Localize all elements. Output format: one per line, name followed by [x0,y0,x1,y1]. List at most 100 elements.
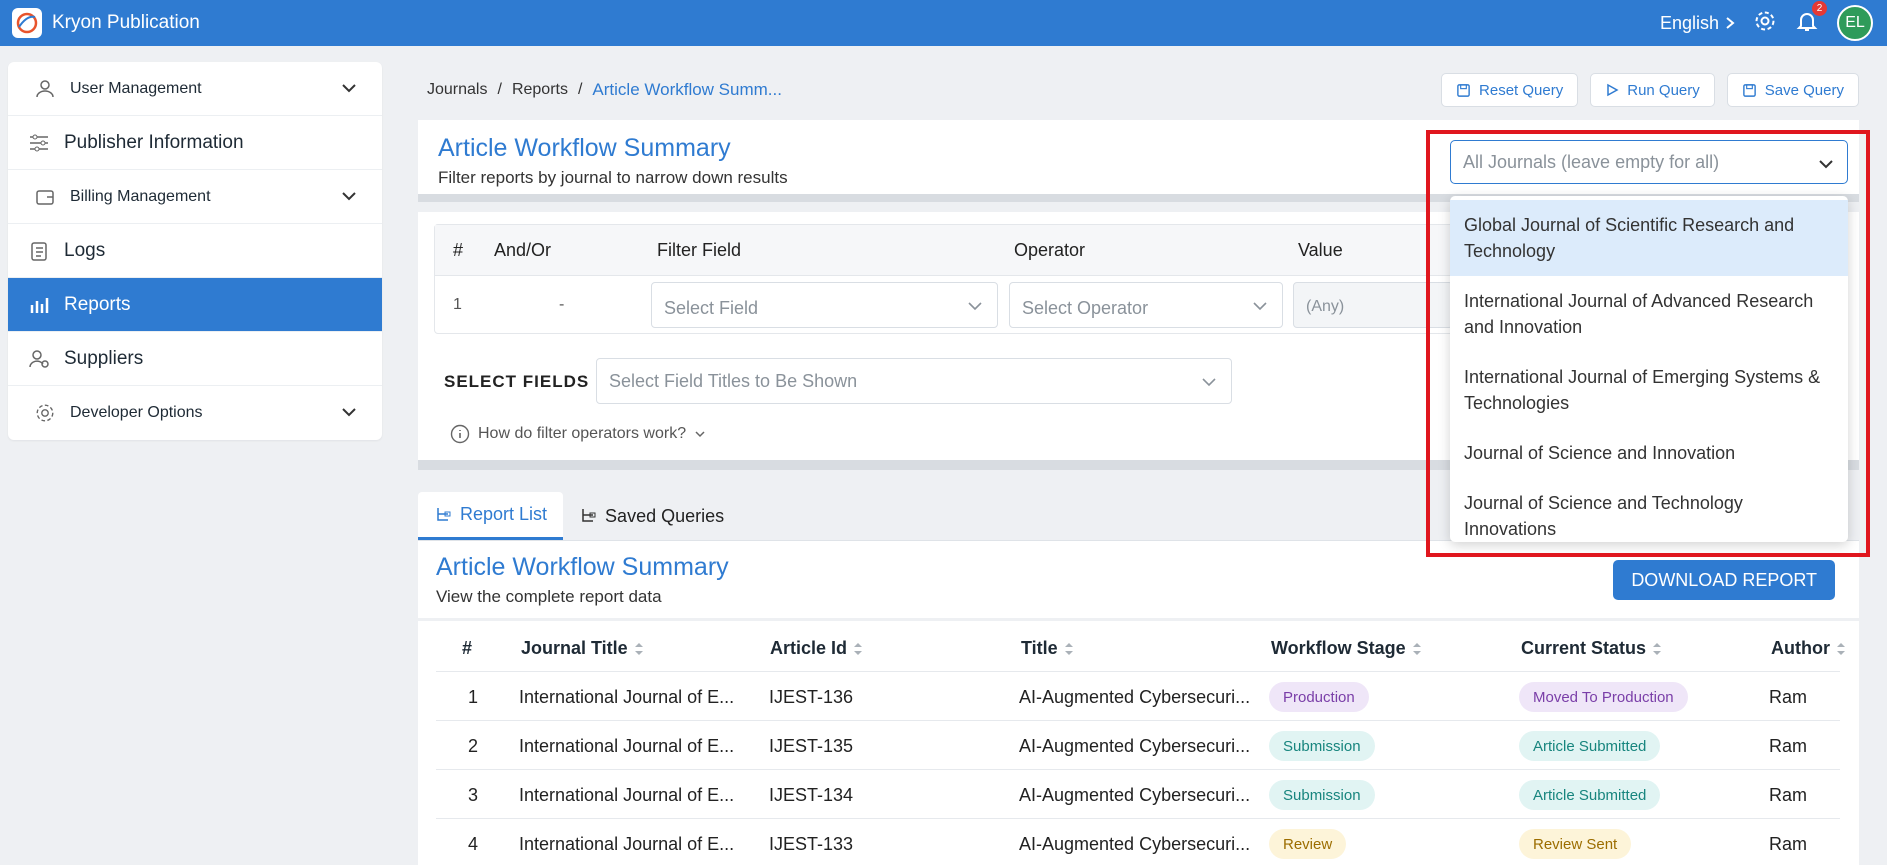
col-journal-title[interactable]: Journal Title [521,638,644,659]
col-current-status[interactable]: Current Status [1521,638,1662,659]
breadcrumb-separator: / [497,81,502,98]
cell-title: AI-Augmented Cybersecuri... [1019,785,1251,805]
filter-field-select[interactable]: Select Field [651,282,998,328]
table-row[interactable]: 2 International Journal of E... IJEST-13… [436,721,1840,770]
app-logo [12,8,42,38]
col-workflow-stage[interactable]: Workflow Stage [1271,638,1422,659]
table-row[interactable]: 1 International Journal of E... IJEST-13… [436,672,1840,721]
report-title: Article Workflow Summary [436,553,729,581]
operator-select[interactable]: Select Operator [1009,282,1283,328]
notifications-button[interactable]: 2 [1795,0,1827,38]
table-row[interactable]: 3 International Journal of E... IJEST-13… [436,770,1840,819]
breadcrumb-journals[interactable]: Journals [427,81,487,99]
play-icon [1607,83,1619,97]
col-label: Author [1771,638,1830,658]
cell-journal: International Journal of E... [519,687,735,707]
chevron-down-icon [968,302,982,311]
download-report-button[interactable]: DOWNLOAD REPORT [1613,560,1835,600]
chevron-down-icon [1202,378,1216,387]
settings-button[interactable] [1753,9,1777,38]
tree-icon [437,507,451,521]
select-fields-input[interactable]: Select Field Titles to Be Shown [596,358,1232,404]
page-subtitle: Filter reports by journal to narrow down… [438,168,788,187]
chevron-down-icon [342,408,356,417]
sidebar-item-label: Publisher Information [64,131,244,153]
tab-report-list[interactable]: Report List [418,492,564,540]
status-badge: Article Submitted [1519,731,1661,761]
select-fields-label: SELECT FIELDS : [444,372,602,391]
info-icon [450,424,470,444]
cell-num: 3 [468,785,479,805]
sort-icon [854,643,863,656]
filter-row-num: 1 [453,296,462,313]
col-filter-field: Filter Field [657,240,742,260]
cell-article-id: IJEST-133 [769,834,854,854]
journal-select[interactable]: All Journals (leave empty for all) [1450,140,1848,184]
journal-option[interactable]: Journal of Science and Technology Innova… [1450,478,1848,554]
sidebar-item-developer-options[interactable]: Developer Options [8,386,382,440]
report-table: # Journal Title Article Id Title Workflo… [436,623,1845,865]
app-title: Kryon Publication [52,12,200,33]
operator-placeholder: Select Operator [1022,298,1149,318]
reset-query-label: Reset Query [1479,81,1564,99]
cell-author: Ram [1769,687,1808,707]
sidebar-item-label: Reports [64,293,131,315]
report-subtitle: View the complete report data [436,587,662,606]
journal-option[interactable]: International Journal of Emerging System… [1450,352,1848,428]
sidebar-item-publisher-information[interactable]: Publisher Information [8,116,382,170]
save-icon [1457,83,1470,97]
tab-saved-queries[interactable]: Saved Queries [563,492,740,540]
sidebar-item-suppliers[interactable]: Suppliers [8,332,382,386]
cell-journal: International Journal of E... [519,785,735,805]
sidebar-item-billing-management[interactable]: Billing Management [8,170,382,224]
sliders-icon [26,130,52,156]
col-num: # [462,638,473,658]
tree-icon [582,509,596,522]
filter-help-toggle[interactable]: How do filter operators work? [450,424,706,444]
table-row[interactable]: 4 International Journal of E... IJEST-13… [436,819,1840,865]
sidebar: User Management Publisher Information Bi… [8,62,382,440]
cell-title: AI-Augmented Cybersecuri... [1019,834,1251,854]
cell-title: AI-Augmented Cybersecuri... [1019,687,1251,707]
status-badge: Article Submitted [1519,780,1661,810]
workflow-stage-badge: Review [1269,829,1347,859]
breadcrumb-reports[interactable]: Reports [512,81,568,99]
sidebar-item-reports[interactable]: Reports [8,278,382,332]
avatar[interactable]: EL [1837,5,1873,41]
journal-option[interactable]: International Journal of Advanced Resear… [1450,276,1848,352]
value-input[interactable]: (Any) [1293,282,1453,328]
page-title: Article Workflow Summary [438,134,731,162]
gear-icon [32,400,58,426]
journal-dropdown: Global Journal of Scientific Research an… [1450,196,1848,542]
report-tabs: Report List Saved Queries [418,492,740,540]
col-title[interactable]: Title [1021,638,1074,659]
journal-select-placeholder: All Journals (leave empty for all) [1463,151,1720,172]
notebook-icon [26,238,52,264]
query-actions: Reset Query Run Query Save Query [1441,73,1859,107]
cell-title: AI-Augmented Cybersecuri... [1019,736,1251,756]
sidebar-item-label: Developer Options [70,404,203,421]
col-article-id[interactable]: Article Id [770,638,863,659]
journal-option[interactable]: Global Journal of Scientific Research an… [1450,200,1848,276]
sidebar-item-label: Suppliers [64,347,144,369]
sidebar-item-logs[interactable]: Logs [8,224,382,278]
supplier-icon [26,346,52,372]
filter-help-label: How do filter operators work? [478,425,687,442]
run-query-label: Run Query [1627,81,1700,99]
col-author[interactable]: Author [1771,638,1846,659]
status-badge: Review Sent [1519,829,1632,859]
sidebar-item-user-management[interactable]: User Management [8,62,382,116]
run-query-button[interactable]: Run Query [1590,73,1715,107]
users-icon [32,76,58,102]
filter-row-andor: - [559,296,565,313]
sort-icon [1412,643,1421,656]
gear-icon [1755,11,1775,30]
save-query-button[interactable]: Save Query [1726,73,1859,107]
language-selector[interactable]: English [1660,13,1735,34]
reset-query-button[interactable]: Reset Query [1441,73,1579,107]
col-label: Article Id [770,638,848,658]
col-label: Workflow Stage [1271,638,1406,658]
value-placeholder: (Any) [1306,298,1345,315]
sort-icon [634,643,643,656]
journal-option[interactable]: Journal of Science and Innovation [1450,428,1848,478]
